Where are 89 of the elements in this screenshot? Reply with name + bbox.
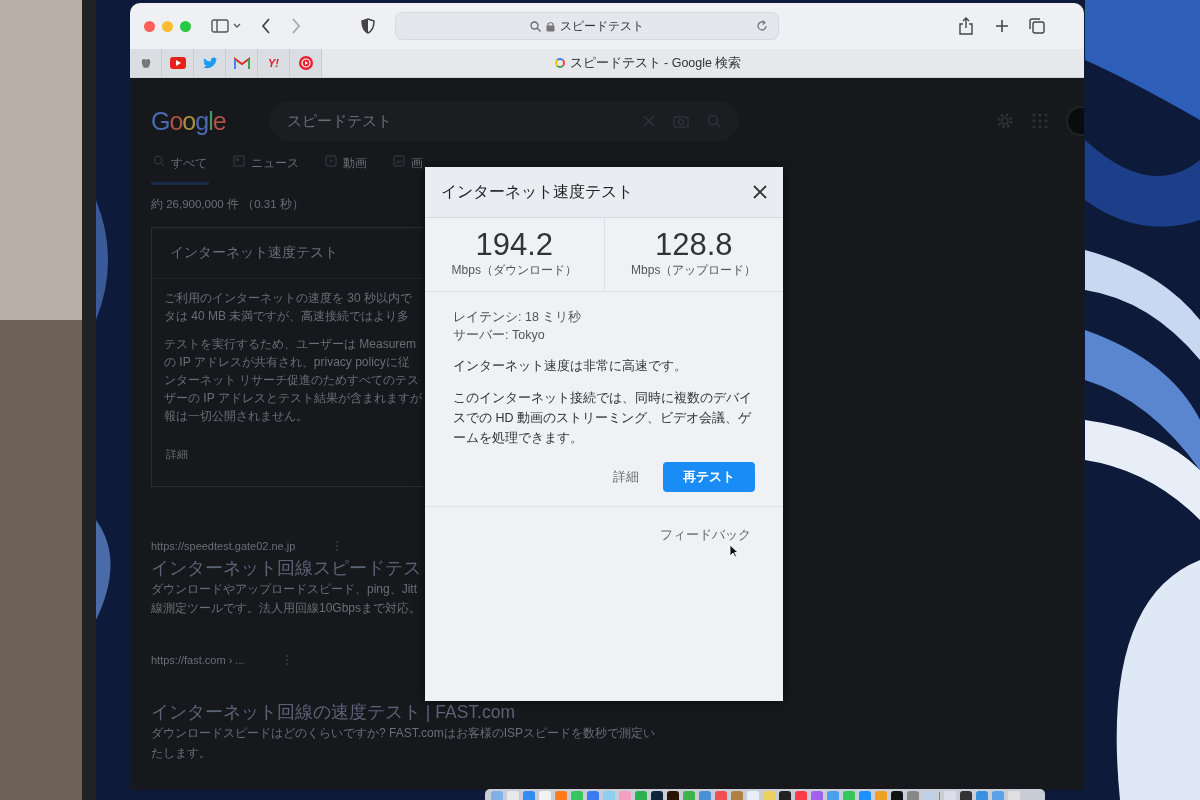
minimize-icon[interactable]: [162, 20, 173, 32]
search-field[interactable]: スピードテスト: [269, 101, 739, 141]
address-bar[interactable]: スピードテスト: [395, 12, 779, 40]
search-icon: [530, 20, 541, 32]
feedback-link[interactable]: フィードバック: [660, 527, 751, 545]
music-icon[interactable]: [298, 56, 313, 70]
speed-unit: Mbps（ダウンロード）: [450, 262, 578, 280]
dialog-title: インターネット速度テスト: [441, 181, 633, 202]
app-icon[interactable]: [699, 791, 711, 800]
address-text: スピードテスト: [560, 17, 644, 35]
share-icon[interactable]: [959, 17, 973, 35]
app-icon[interactable]: [992, 791, 1004, 800]
app-icon[interactable]: [491, 791, 503, 800]
result-snippet: ダウンロードスピードはどのくらいですか? FAST.comはお客様のISPスピードを数秒で測定い たします。: [151, 725, 656, 762]
speed-value: 194.2: [474, 228, 555, 263]
newspaper-icon: [233, 155, 245, 167]
reload-icon[interactable]: [756, 20, 768, 32]
app-icon[interactable]: [811, 791, 823, 800]
search-tab[interactable]: ニュース: [231, 155, 301, 185]
speed-description: このインターネット接続では、同時に複数のデバイスでの HD 動画のストリーミング、ビデオ会議、ゲームを処理できます。: [453, 390, 753, 448]
app-icon[interactable]: [779, 791, 791, 800]
speed-summary: インターネット速度は非常に高速です。: [453, 358, 688, 376]
card-title: インターネット速度テスト: [152, 228, 423, 279]
latency-text: レイテンシ: 18 ミリ秒: [453, 309, 583, 327]
details-button[interactable]: 詳細: [609, 464, 643, 491]
app-icon[interactable]: [875, 791, 887, 800]
image-icon: [393, 155, 405, 167]
result-title[interactable]: インターネット回線の速度テスト | FAST.com: [151, 700, 515, 725]
app-icon[interactable]: [571, 791, 583, 800]
app-icon[interactable]: [683, 791, 695, 800]
app-icon[interactable]: [795, 791, 807, 800]
card-paragraph: ご利用のインターネットの速度を 30 秒以内で タは 40 MB 未満ですが、高速接続ではより多: [163, 290, 413, 325]
settings-icon[interactable]: [996, 112, 1014, 130]
mail-icon[interactable]: [233, 57, 250, 69]
result-url[interactable]: https://speedtest.gate02.ne.jp: [151, 540, 296, 552]
shield-icon[interactable]: [361, 18, 375, 34]
search-icon: [153, 155, 165, 167]
app-icon[interactable]: [715, 791, 727, 800]
lock-icon: [546, 20, 555, 32]
app-icon[interactable]: [907, 791, 919, 800]
app-icon[interactable]: [555, 791, 567, 800]
app-icon[interactable]: [507, 791, 519, 800]
speed-unit: Mbps（アップロード）: [630, 262, 758, 280]
play-icon[interactable]: [169, 57, 186, 69]
app-icon[interactable]: [635, 791, 647, 800]
sidebar-icon[interactable]: [211, 19, 241, 33]
google-logo: Google: [151, 106, 227, 136]
result-snippet: ダウンロードやアップロードスピード、ping、Jitt 線測定ツールです。法人用回線10Gbpsまで対応。: [151, 581, 422, 618]
app-icon[interactable]: [747, 791, 759, 800]
search-query: スピードテスト: [287, 111, 393, 131]
browser-tab[interactable]: スピードテスト - Google 検索: [322, 49, 1084, 77]
app-icon[interactable]: [587, 791, 599, 800]
plus-icon[interactable]: [995, 19, 1009, 33]
search-tab[interactable]: 画: [391, 155, 425, 185]
result-count: 約 26,900,000 件 （0.31 秒）: [151, 197, 305, 212]
app-icon[interactable]: [523, 791, 535, 800]
tabs-overview-icon[interactable]: [1029, 18, 1045, 34]
app-icon[interactable]: [891, 791, 903, 800]
app-icon[interactable]: [827, 791, 839, 800]
result-url[interactable]: https://fast.com › ...: [151, 654, 245, 667]
server-text: サーバー: Tokyo: [453, 327, 546, 345]
close-icon[interactable]: [753, 185, 767, 199]
more-options-icon[interactable]: [335, 540, 340, 552]
google-icon: [554, 58, 565, 68]
cursor-icon: [729, 544, 739, 558]
yahoo-link[interactable]: Y!: [268, 57, 279, 69]
app-icon[interactable]: [976, 791, 988, 800]
forward-icon[interactable]: [291, 18, 301, 34]
app-icon[interactable]: [960, 791, 972, 800]
retest-button[interactable]: 再テスト: [663, 462, 755, 493]
details-link[interactable]: 詳細: [166, 447, 188, 462]
app-icon[interactable]: [859, 791, 871, 800]
app-icon[interactable]: [667, 791, 679, 800]
bird-icon[interactable]: [201, 56, 218, 70]
app-icon[interactable]: [651, 791, 663, 800]
search-tab[interactable]: すべて: [151, 155, 209, 185]
app-icon[interactable]: [539, 791, 551, 800]
more-options-icon[interactable]: [284, 654, 289, 667]
card-paragraph: テストを実行するため、ユーザーは Measurem の IP アドレスが共有され、privacy policyに従 ンターネット リサーチ促進のためすべてのテス ザーの IP アドレスとテスト結果が含まれますが 報は一切公開されません。: [163, 336, 423, 425]
speed-value: 128.8: [653, 228, 734, 263]
search-tab[interactable]: 動画: [323, 155, 369, 185]
play-icon: [325, 155, 337, 167]
apps-grid-icon[interactable]: [1032, 113, 1048, 129]
app-icon[interactable]: [731, 791, 743, 800]
app-icon[interactable]: [843, 791, 855, 800]
back-icon[interactable]: [261, 18, 271, 34]
tab-title: スピードテスト - Google 検索: [569, 54, 742, 72]
zoom-icon[interactable]: [180, 20, 191, 32]
result-title[interactable]: インターネット回線スピードテス: [151, 556, 421, 580]
